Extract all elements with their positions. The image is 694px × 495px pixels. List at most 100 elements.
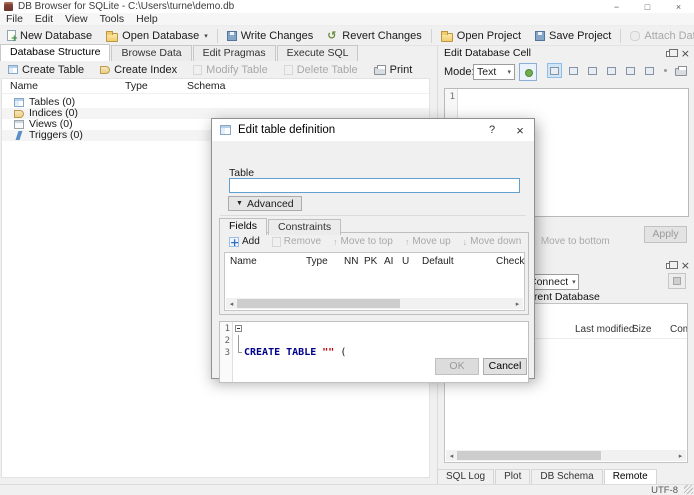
scroll-right-icon[interactable]: ▸ — [512, 300, 523, 308]
close-panel-icon[interactable]: × — [681, 260, 690, 271]
create-table-button[interactable]: Create Table — [0, 63, 92, 77]
apply-button[interactable]: Apply — [644, 226, 687, 243]
float-panel-icon[interactable] — [665, 260, 678, 269]
save-project-button[interactable]: Save Project — [528, 27, 618, 45]
toolbar-separator — [430, 28, 432, 43]
tab-edit-pragmas[interactable]: Edit Pragmas — [192, 45, 276, 61]
write-changes-label: Write Changes — [240, 29, 314, 42]
grid-column-name[interactable]: Name — [230, 256, 257, 267]
auto-apply-icon[interactable] — [519, 63, 537, 81]
advanced-button[interactable]: ▼ Advanced — [228, 196, 302, 211]
modify-table-button[interactable]: Modify Table — [185, 63, 276, 77]
tree-header[interactable]: Name Type Schema — [2, 79, 429, 94]
scroll-right-icon[interactable]: ▸ — [675, 452, 686, 460]
tab-sql-log[interactable]: SQL Log — [437, 469, 495, 484]
grid-column-check[interactable]: Check — [496, 256, 524, 267]
cancel-button[interactable]: Cancel — [483, 358, 527, 375]
delete-table-button[interactable]: Delete Table — [276, 63, 366, 77]
menu-edit[interactable]: Edit — [29, 13, 59, 25]
menu-tools[interactable]: Tools — [94, 13, 131, 25]
tree-item-label: Triggers (0) — [29, 129, 83, 141]
tab-remote[interactable]: Remote — [603, 469, 657, 484]
grid-column-ai[interactable]: AI — [384, 256, 393, 267]
minimize-icon[interactable]: − — [601, 0, 632, 13]
grid-column-nn[interactable]: NN — [344, 256, 358, 267]
resize-grip[interactable] — [684, 485, 693, 494]
open-project-icon — [440, 30, 453, 42]
create-table-icon — [8, 65, 18, 74]
connect-button[interactable] — [668, 273, 686, 289]
scroll-left-icon[interactable]: ◂ — [226, 300, 237, 308]
close-icon[interactable]: × — [663, 0, 694, 13]
menu-view[interactable]: View — [59, 13, 94, 25]
remote-column-last-modified[interactable]: Last modified — [575, 324, 634, 335]
remote-column-size[interactable]: Size — [632, 324, 651, 335]
float-panel-icon[interactable] — [665, 48, 678, 57]
rtl-text-icon[interactable] — [566, 63, 581, 78]
column-name[interactable]: Name — [10, 80, 38, 92]
set-null-icon[interactable] — [623, 63, 638, 78]
add-field-button[interactable]: Add — [224, 235, 265, 248]
revert-changes-button[interactable]: Revert Changes — [320, 27, 429, 45]
maximize-icon[interactable]: □ — [632, 0, 663, 13]
column-type[interactable]: Type — [125, 80, 148, 92]
dialog-help-icon[interactable]: ? — [478, 119, 506, 141]
encoding-indicator[interactable]: UTF-8 — [651, 485, 678, 495]
mode-combobox[interactable]: Text — [473, 64, 515, 80]
fold-margin[interactable] — [233, 322, 244, 382]
open-project-button[interactable]: Open Project — [434, 27, 528, 45]
create-index-button[interactable]: Create Index — [92, 63, 185, 77]
tab-database-structure[interactable]: Database Structure — [0, 44, 111, 61]
open-database-button[interactable]: Open Database ▾ — [99, 27, 215, 45]
tab-browse-data[interactable]: Browse Data — [111, 45, 192, 61]
fields-grid[interactable]: Name Type NN PK AI U Default Check ◂ ▸ — [224, 252, 525, 311]
fields-horizontal-scrollbar[interactable]: ◂ ▸ — [226, 298, 523, 309]
tab-fields[interactable]: Fields — [219, 218, 268, 235]
move-up-button[interactable]: ↑ Move up — [400, 235, 456, 248]
edit-cell-title: Edit Database Cell — [444, 47, 531, 59]
open-database-dropdown-icon[interactable]: ▾ — [204, 32, 208, 40]
move-to-bottom-button[interactable]: ↓ Move to bottom — [528, 235, 614, 248]
new-database-button[interactable]: New Database — [0, 27, 99, 45]
add-label: Add — [242, 236, 260, 247]
write-changes-button[interactable]: Write Changes — [220, 27, 321, 45]
move-to-top-button[interactable]: ↑ Move to top — [328, 235, 398, 248]
close-panel-icon[interactable]: × — [681, 48, 690, 59]
attach-database-button[interactable]: Attach Database — [623, 27, 694, 45]
tab-constraints[interactable]: Constraints — [268, 219, 342, 235]
scrollbar-thumb[interactable] — [457, 451, 601, 460]
window-controls: − □ × — [601, 0, 694, 13]
fold-collapse-icon[interactable] — [235, 325, 242, 332]
grid-column-u[interactable]: U — [402, 256, 409, 267]
print-button[interactable]: Print — [366, 63, 421, 77]
scroll-left-icon[interactable]: ◂ — [446, 452, 457, 460]
status-bar: UTF-8 — [0, 484, 694, 495]
menu-help[interactable]: Help — [130, 13, 164, 25]
menu-bar: File Edit View Tools Help — [0, 13, 694, 26]
menu-file[interactable]: File — [0, 13, 29, 25]
word-wrap-icon[interactable] — [547, 63, 562, 78]
table-name-input[interactable] — [229, 178, 520, 193]
print-cell-icon[interactable] — [673, 63, 688, 78]
tab-db-schema[interactable]: DB Schema — [531, 469, 603, 484]
overflow-icon[interactable] — [661, 63, 669, 78]
move-down-label: Move down — [470, 236, 522, 247]
ok-button[interactable]: OK — [435, 358, 479, 375]
remote-column-commit[interactable]: Commit — [670, 324, 687, 335]
remove-field-button[interactable]: Remove — [267, 235, 326, 248]
import-file-icon[interactable] — [585, 63, 600, 78]
column-schema[interactable]: Schema — [187, 80, 226, 92]
grid-column-pk[interactable]: PK — [364, 256, 377, 267]
tab-plot[interactable]: Plot — [495, 469, 531, 484]
remote-horizontal-scrollbar[interactable]: ◂ ▸ — [446, 450, 686, 461]
tab-execute-sql[interactable]: Execute SQL — [276, 45, 359, 61]
dialog-tab-bar: Fields Constraints — [219, 218, 342, 235]
grid-column-default[interactable]: Default — [422, 256, 454, 267]
dialog-close-icon[interactable]: × — [506, 119, 534, 141]
grid-column-type[interactable]: Type — [306, 256, 328, 267]
move-to-bottom-label: Move to bottom — [540, 236, 610, 247]
copy-data-icon[interactable] — [642, 63, 657, 78]
scrollbar-thumb[interactable] — [237, 299, 401, 308]
move-down-button[interactable]: ↓ Move down — [458, 235, 527, 248]
export-file-icon[interactable] — [604, 63, 619, 78]
